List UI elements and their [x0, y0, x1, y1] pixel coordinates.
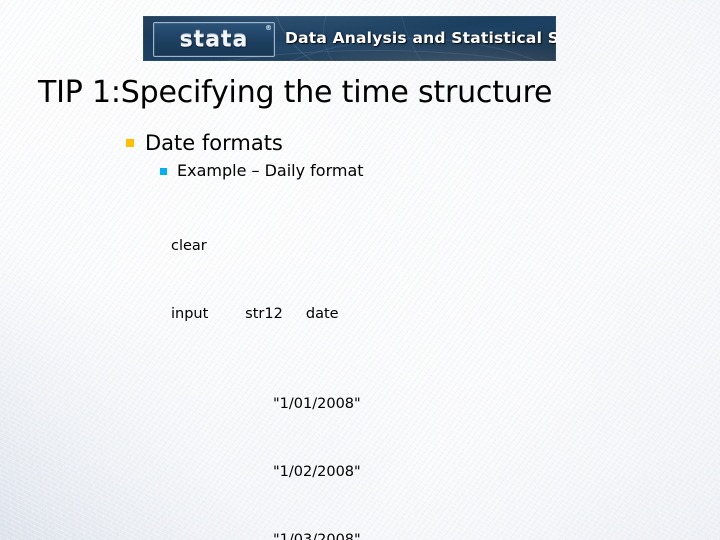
- cyan-square-bullet-icon: [160, 168, 167, 175]
- code-line-date-value: "1/01/2008": [171, 393, 720, 416]
- code-line-date-value: "1/03/2008": [171, 529, 720, 540]
- page-title: TIP 1:Specifying the time structure: [38, 75, 553, 110]
- registered-trademark-icon: ®: [265, 24, 272, 32]
- date-value-text: "1/02/2008": [273, 464, 361, 481]
- slide-canvas: stata ® Data Analysis and Statistical So…: [0, 0, 720, 540]
- bullet-level2-label: Example – Daily format: [177, 161, 364, 180]
- stata-code-listing: clear input str12 date "1/01/2008" "1/02…: [171, 190, 720, 540]
- stata-banner: stata ® Data Analysis and Statistical So…: [143, 16, 556, 61]
- date-value-text: "1/03/2008": [273, 531, 361, 540]
- bullet-level1-label: Date formats: [145, 131, 283, 155]
- banner-tagline: Data Analysis and Statistical Software: [285, 29, 556, 47]
- bullet-item-level1: Date formats: [126, 130, 720, 156]
- orange-square-bullet-icon: [126, 139, 134, 147]
- code-line-date-value: "1/02/2008": [171, 461, 720, 484]
- date-value-text: "1/01/2008": [273, 396, 361, 413]
- stata-logo: stata ®: [153, 22, 275, 57]
- bullet-item-level2: Example – Daily format: [160, 160, 720, 181]
- slide-body: Date formats Example – Daily format clea…: [0, 130, 720, 540]
- code-line-clear: clear: [171, 238, 207, 255]
- code-line-input: input str12 date: [171, 305, 339, 322]
- stata-wordmark: stata: [179, 27, 249, 52]
